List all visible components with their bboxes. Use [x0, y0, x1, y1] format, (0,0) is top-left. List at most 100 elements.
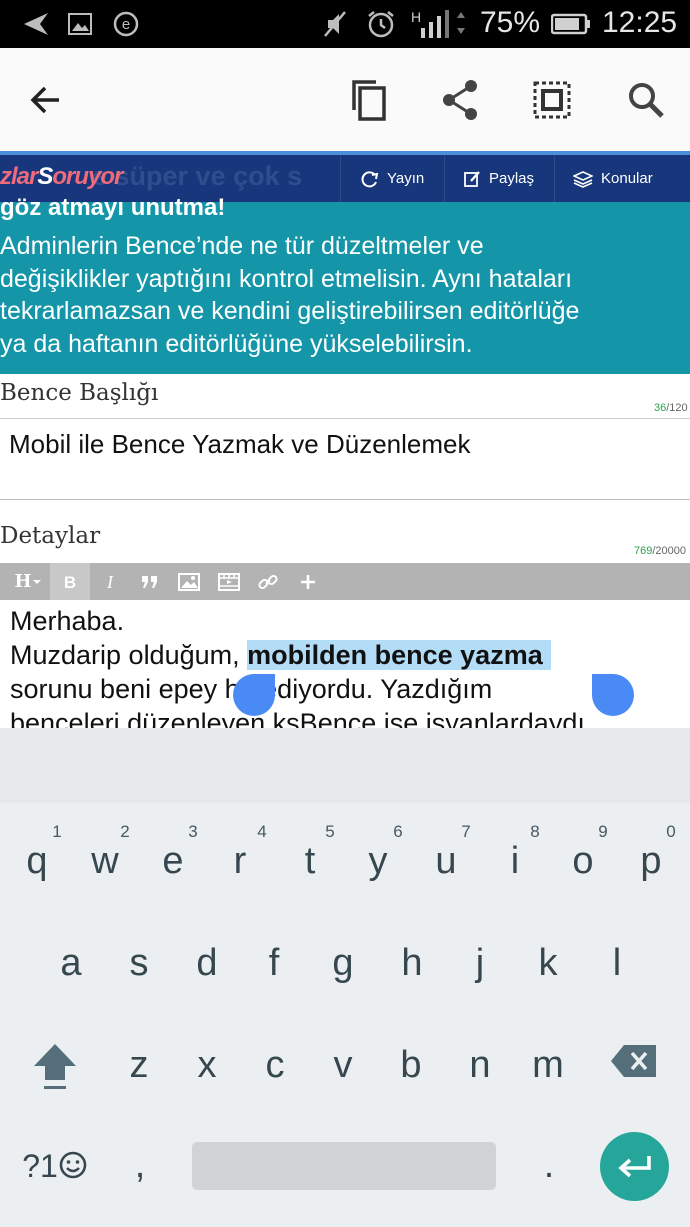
title-label: Bence Başlığı: [0, 380, 159, 406]
details-label: Detaylar: [0, 523, 101, 549]
nav-konular-button[interactable]: Konular: [554, 155, 674, 202]
svg-text:B: B: [64, 573, 76, 591]
key-l[interactable]: l: [587, 942, 647, 985]
svg-text:e: e: [122, 16, 130, 33]
shift-icon: [34, 1044, 76, 1089]
image-icon: [178, 572, 200, 591]
details-char-max: /20000: [652, 545, 687, 557]
key-u[interactable]: u: [416, 840, 476, 883]
alarm-icon: [364, 8, 398, 40]
key-hint: 6: [393, 822, 403, 841]
key-h[interactable]: h: [382, 942, 442, 985]
italic-button[interactable]: I: [92, 563, 128, 600]
key-q[interactable]: q: [7, 840, 67, 883]
backspace-key[interactable]: [604, 1044, 664, 1084]
back-arrow-icon[interactable]: [18, 72, 74, 128]
symbols-key[interactable]: ?1: [12, 1148, 98, 1185]
key-b[interactable]: b: [381, 1044, 441, 1087]
svg-text:I: I: [106, 573, 114, 591]
key-o[interactable]: o: [553, 840, 613, 883]
key-f[interactable]: f: [244, 942, 304, 985]
key-y[interactable]: y: [348, 840, 408, 883]
selected-text[interactable]: mobilden bence yazma: [247, 640, 551, 670]
editor-line-4: benceleri düzenleyen ksBence ise isyanla…: [10, 708, 585, 728]
key-t[interactable]: t: [280, 840, 340, 883]
nav-yayin-button[interactable]: Yayın: [340, 155, 444, 202]
back-arrow-icon: [18, 8, 52, 40]
title-char-count: 36: [654, 402, 667, 414]
key-a[interactable]: a: [41, 942, 101, 985]
nav-konular-label: Konular: [601, 170, 653, 187]
title-char-max: /120: [666, 402, 688, 414]
search-icon[interactable]: [618, 72, 674, 128]
site-logo[interactable]: zlarSoruyor: [0, 163, 123, 191]
details-editor[interactable]: Merhaba. Muzdarip olduğum, mobilden benc…: [0, 600, 690, 728]
nav-paylas-button[interactable]: Paylaş: [444, 155, 554, 202]
heading-dropdown-button[interactable]: H: [6, 563, 50, 600]
selection-end-handle[interactable]: [592, 674, 634, 716]
key-j[interactable]: j: [450, 942, 510, 985]
enter-icon: [617, 1155, 651, 1177]
key-k[interactable]: k: [518, 942, 578, 985]
plus-icon: [301, 574, 315, 589]
key-hint: 2: [120, 822, 130, 841]
bold-icon: B: [64, 573, 76, 591]
key-z[interactable]: z: [109, 1044, 169, 1087]
copy-icon[interactable]: [340, 72, 396, 128]
link-button[interactable]: [250, 563, 286, 600]
action-bar: [0, 48, 690, 152]
key-v[interactable]: v: [313, 1044, 373, 1087]
editor-toolbar: H B I: [0, 563, 690, 600]
clock: 12:25: [602, 6, 678, 39]
key-w[interactable]: w: [75, 840, 135, 883]
key-hint: 4: [257, 822, 267, 841]
comma-key[interactable]: ,: [110, 1144, 170, 1187]
keyboard-suggestion-strip: [0, 728, 690, 803]
symbols-key-label: ?1: [22, 1148, 58, 1184]
key-x[interactable]: x: [177, 1044, 237, 1087]
editor-line-1: Merhaba.: [10, 606, 125, 636]
key-g[interactable]: g: [313, 942, 373, 985]
edit-icon: [464, 170, 480, 187]
image-button[interactable]: [170, 563, 208, 600]
title-input[interactable]: Mobil ile Bence Yazmak ve Düzenlemek: [0, 418, 690, 500]
title-char-counter: 36/120: [654, 402, 688, 414]
key-hint: 9: [598, 822, 608, 841]
key-hint: 1: [52, 822, 62, 841]
editor-line-2-text: Muzdarip olduğum,: [10, 640, 248, 670]
key-n[interactable]: n: [450, 1044, 510, 1087]
italic-icon: I: [106, 573, 114, 591]
shift-key[interactable]: [25, 1040, 85, 1096]
key-hint: 8: [530, 822, 540, 841]
bold-button[interactable]: B: [50, 563, 90, 600]
add-button[interactable]: [290, 563, 326, 600]
key-i[interactable]: i: [485, 840, 545, 883]
space-key[interactable]: [192, 1142, 496, 1190]
key-hint: 5: [325, 822, 335, 841]
emoji-icon: [59, 1151, 87, 1179]
video-button[interactable]: [210, 563, 248, 600]
key-s[interactable]: s: [109, 942, 169, 985]
share-icon[interactable]: [432, 72, 488, 128]
details-char-counter: 769/20000: [634, 545, 686, 557]
key-e[interactable]: e: [143, 840, 203, 883]
heading-label: H: [14, 571, 32, 592]
quote-button[interactable]: [132, 563, 168, 600]
banner-text: Adminlerin Bence’nde ne tür düzeltmeler …: [0, 232, 580, 358]
battery-icon: [550, 8, 592, 40]
key-m[interactable]: m: [518, 1044, 578, 1087]
key-hint: 7: [461, 822, 471, 841]
key-r[interactable]: r: [210, 840, 270, 883]
key-c[interactable]: c: [245, 1044, 305, 1087]
period-key[interactable]: .: [519, 1144, 579, 1187]
key-d[interactable]: d: [177, 942, 237, 985]
logo-text-1: zlar: [0, 163, 38, 190]
image-icon: [66, 8, 94, 40]
e-icon: e: [112, 8, 140, 40]
select-all-icon[interactable]: [524, 72, 580, 128]
svg-text:H: H: [411, 9, 421, 25]
enter-key[interactable]: [600, 1132, 669, 1201]
nav-yayin-label: Yayın: [387, 170, 425, 187]
selection-start-handle[interactable]: [233, 674, 275, 716]
key-p[interactable]: p: [621, 840, 681, 883]
